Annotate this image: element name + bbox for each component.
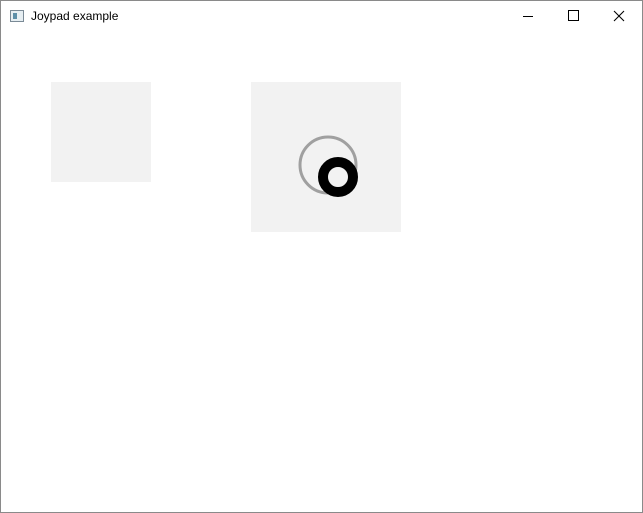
minimize-button[interactable] [504,1,550,32]
close-icon [613,10,625,22]
window-title: Joypad example [31,9,119,23]
client-area [1,32,642,512]
joypad-small[interactable] [51,82,151,182]
joypad-knob[interactable] [318,157,358,197]
maximize-button[interactable] [550,1,596,32]
window-app-icon [10,10,24,22]
minimize-icon [523,16,533,17]
joypad-large[interactable] [251,82,401,232]
close-button[interactable] [596,1,642,32]
app-window: Joypad example [0,0,643,513]
maximize-icon [568,10,579,21]
title-bar[interactable]: Joypad example [1,1,642,32]
